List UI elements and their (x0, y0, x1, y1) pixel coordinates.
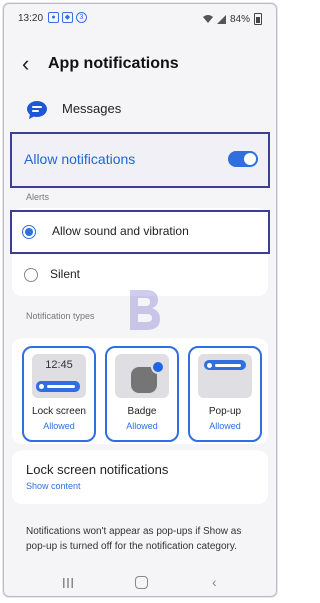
lock-screen-notifications-title: Lock screen notifications (26, 462, 169, 477)
app-row: Messages (4, 92, 276, 128)
navigation-bar: ‹ (4, 570, 276, 596)
allow-notifications-row[interactable]: Allow notifications (10, 132, 270, 188)
wifi-icon (202, 15, 213, 23)
type-name: Lock screen (32, 406, 86, 417)
lock-screen-notifications-value: Show content (26, 481, 81, 491)
battery-icon (254, 13, 262, 25)
popup-notification-bar (204, 360, 246, 370)
page-header: ‹ App notifications (4, 44, 276, 84)
home-icon[interactable] (135, 576, 148, 589)
nav-back-icon[interactable]: ‹ (212, 574, 217, 590)
preview-clock: 12:45 (45, 359, 73, 371)
lock-screen-preview: 12:45 (32, 354, 86, 398)
type-popup[interactable]: Pop-up Allowed (188, 346, 262, 442)
toggle-knob (244, 153, 256, 165)
alert-option-label: Allow sound and vibration (52, 224, 189, 238)
type-status: Allowed (209, 421, 241, 431)
allow-notifications-toggle[interactable] (228, 151, 258, 167)
preview-notification-pill (36, 381, 80, 392)
recent-apps-icon[interactable] (62, 577, 74, 589)
lock-screen-notifications-row[interactable]: Lock screen notifications Show content (12, 450, 268, 504)
notification-types-card: 12:45 Lock screen Allowed Badge Allowed … (12, 338, 268, 444)
notification-status-icon: 3 (76, 12, 87, 23)
gallery-status-icon: ◆ (62, 12, 73, 23)
notification-types-section-label: Notification types (26, 311, 95, 321)
allow-notifications-label: Allow notifications (24, 151, 136, 167)
badge-dot-icon (151, 360, 165, 374)
battery-percent: 84% (229, 13, 250, 25)
type-name: Badge (127, 406, 157, 417)
alert-option-label: Silent (50, 267, 81, 281)
status-right: 84% (202, 13, 262, 25)
page-title: App notifications (48, 55, 179, 72)
type-badge[interactable]: Badge Allowed (105, 346, 179, 442)
type-lock-screen[interactable]: 12:45 Lock screen Allowed (22, 346, 96, 442)
status-bar: 13:20 ● ◆ 3 84% (4, 4, 276, 32)
messages-status-icon: ● (48, 12, 59, 23)
type-status: Allowed (43, 421, 75, 431)
watermark-logo (130, 290, 160, 330)
status-time: 13:20 (18, 13, 44, 24)
type-name: Pop-up (208, 406, 242, 417)
popup-preview (198, 354, 252, 398)
signal-icon (216, 14, 226, 24)
badge-preview (115, 354, 169, 398)
alerts-section-label: Alerts (26, 192, 50, 202)
type-status: Allowed (126, 421, 158, 431)
status-icons: ● ◆ 3 (48, 12, 87, 23)
radio-sound-selected[interactable] (22, 225, 36, 239)
footnote-text: Notifications won't appear as pop-ups if… (26, 526, 242, 552)
radio-silent[interactable] (24, 268, 38, 282)
phone-frame: 13:20 ● ◆ 3 84% ‹ App notifications Mess… (3, 3, 277, 597)
alert-option-sound[interactable]: Allow sound and vibration (10, 210, 270, 254)
back-arrow-icon[interactable]: ‹ (22, 53, 42, 75)
messages-app-icon (27, 101, 47, 119)
app-name: Messages (62, 101, 122, 116)
